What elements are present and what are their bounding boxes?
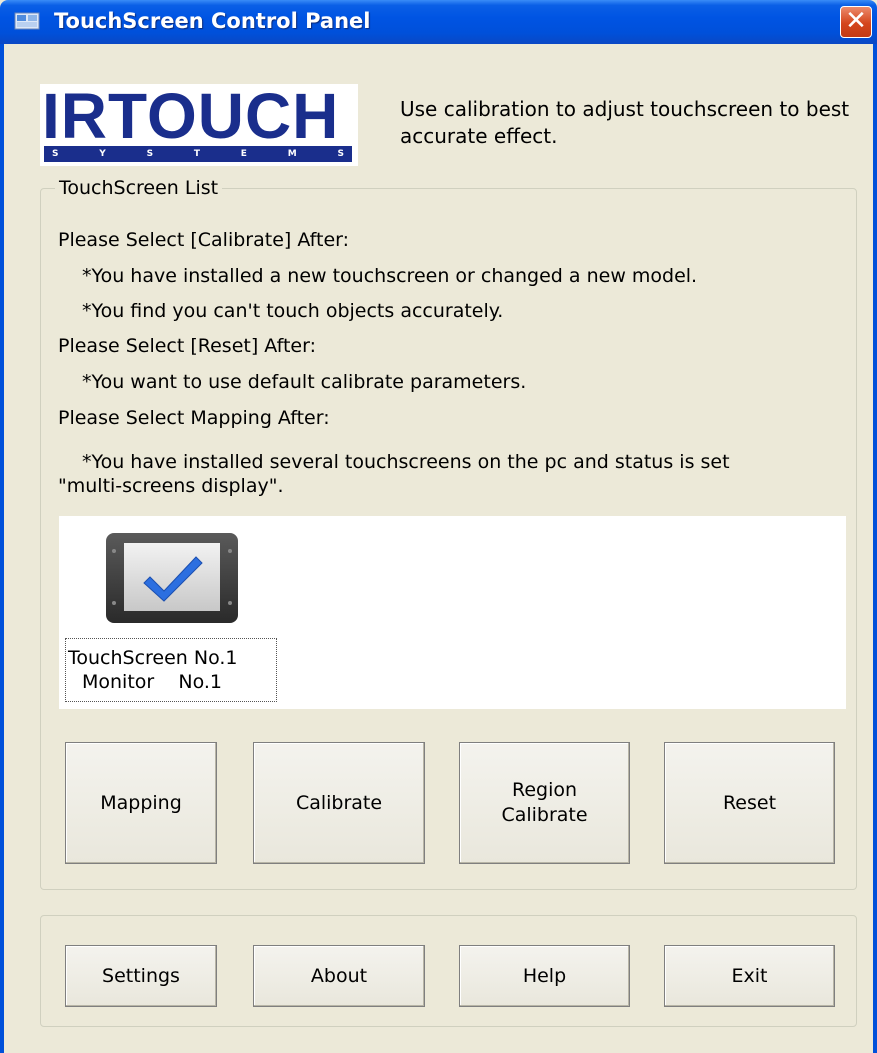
calibrate-button[interactable]: Calibrate — [253, 742, 425, 864]
instruction-item-continued: "multi-screens display". — [58, 475, 284, 497]
region-calibrate-label-2: Calibrate — [501, 804, 588, 826]
logo-sub-letter: S — [52, 149, 59, 159]
device-monitor-label: Monitor No.1 — [82, 671, 223, 693]
title-bar[interactable]: TouchScreen Control Panel ✕ — [0, 0, 877, 44]
instruction-item: *You want to use default calibrate param… — [82, 371, 527, 393]
instruction-item: *You have installed a new touchscreen or… — [82, 265, 698, 287]
logo-sub-letter: S — [146, 149, 154, 159]
close-button[interactable]: ✕ — [840, 6, 872, 38]
logo-wordmark: IRTOUCH — [42, 80, 340, 152]
region-calibrate-button[interactable]: Region Calibrate — [459, 742, 630, 864]
logo-sub-letter: M — [287, 149, 297, 159]
logo-sub-letter: Y — [99, 149, 106, 159]
region-calibrate-label-1: Region — [511, 779, 578, 801]
control-panel-icon — [14, 12, 40, 30]
instruction-heading-calibrate: Please Select [Calibrate] After: — [58, 229, 350, 251]
device-label[interactable]: TouchScreen No.1 Monitor No.1 — [65, 638, 277, 702]
window-border-left — [0, 44, 4, 1053]
group-legend: TouchScreen List — [55, 176, 223, 200]
device-touchscreen-label: TouchScreen No.1 — [68, 647, 238, 669]
window-title: TouchScreen Control Panel — [54, 9, 371, 33]
logo-sub-letter: T — [193, 149, 200, 159]
irtouch-logo: IRTOUCH S Y S T E M S — [40, 80, 358, 166]
logo-systems-strip: S Y S T E M S — [44, 146, 352, 162]
intro-text: Use calibration to adjust touchscreen to… — [400, 97, 850, 148]
settings-button[interactable]: Settings — [65, 945, 217, 1007]
reset-button[interactable]: Reset — [664, 742, 835, 864]
logo-sub-letter: S — [337, 149, 344, 159]
instruction-heading-reset: Please Select [Reset] After: — [58, 335, 316, 357]
instruction-item: *You find you can't touch objects accura… — [82, 300, 504, 322]
about-button[interactable]: About — [253, 945, 425, 1007]
logo-sub-letter: E — [240, 149, 247, 159]
mapping-button[interactable]: Mapping — [65, 742, 217, 864]
monitor-checkmark-icon[interactable] — [104, 531, 240, 625]
instruction-item: *You have installed several touchscreens… — [82, 451, 730, 473]
help-button[interactable]: Help — [459, 945, 630, 1007]
exit-button[interactable]: Exit — [664, 945, 835, 1007]
window-border-right — [873, 44, 877, 1053]
instruction-heading-mapping: Please Select Mapping After: — [58, 407, 330, 429]
